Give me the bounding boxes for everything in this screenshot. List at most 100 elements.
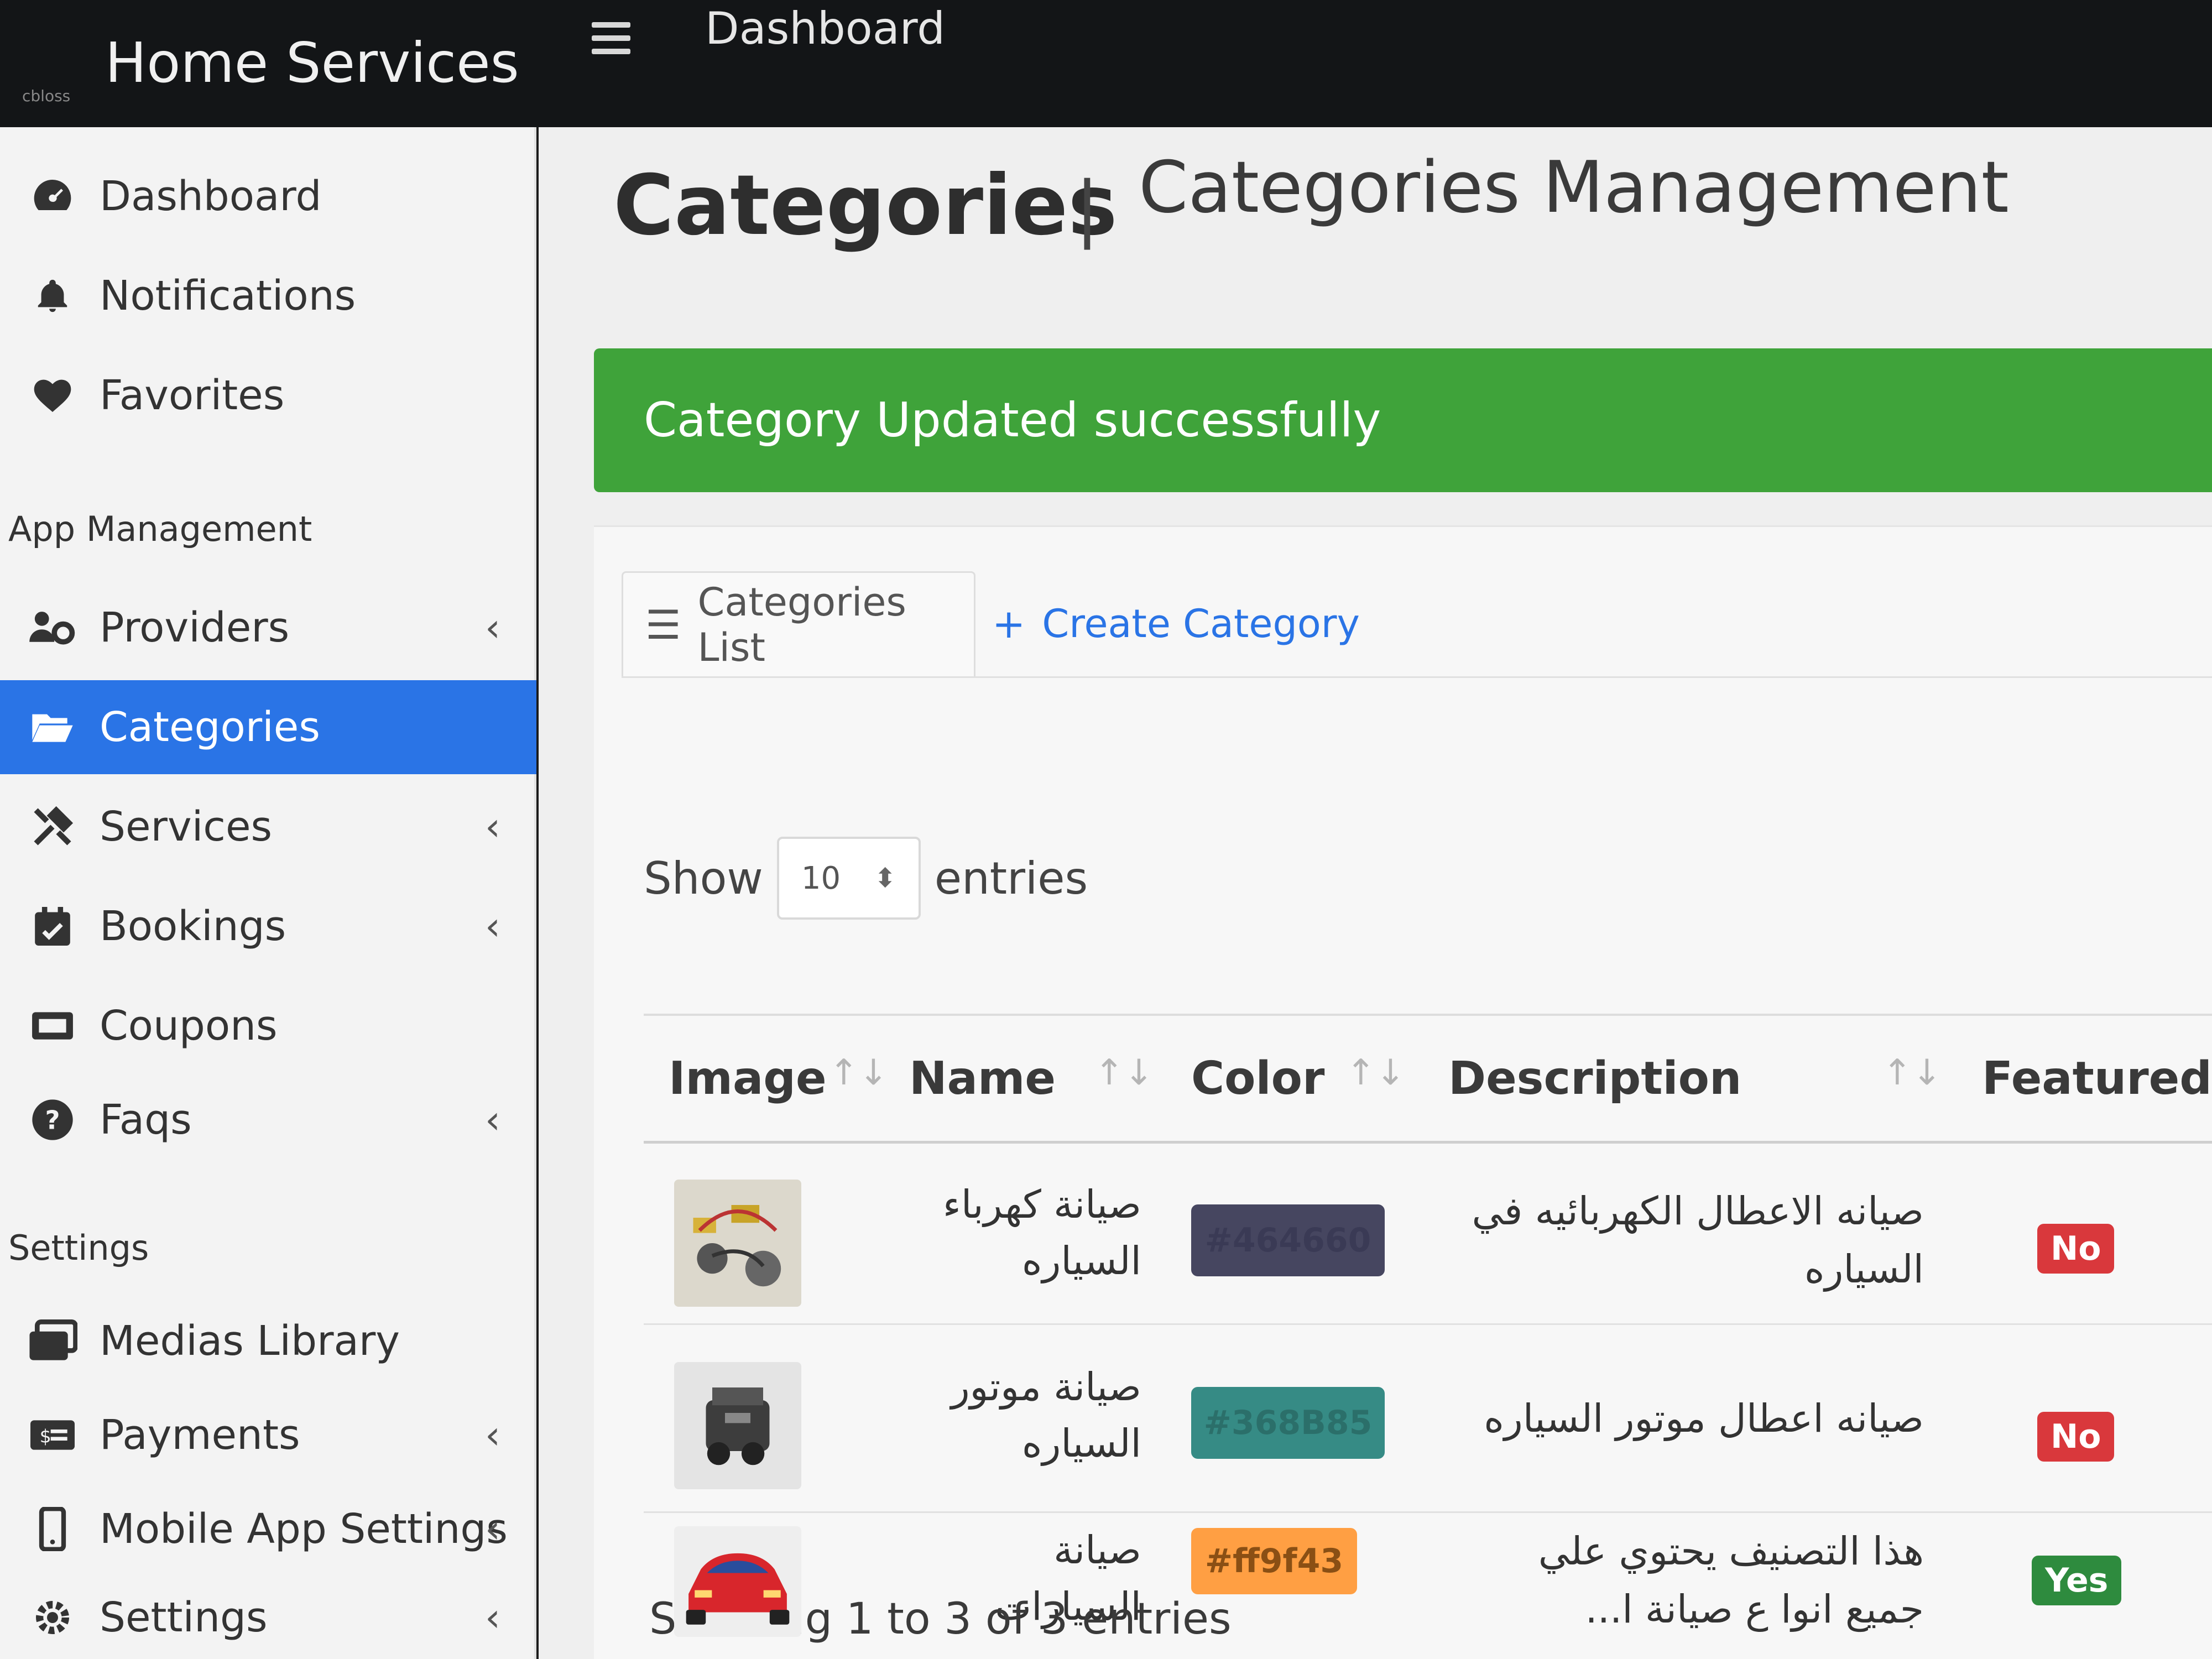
sort-icon[interactable]: ↑↓	[1882, 1052, 1942, 1093]
question-circle-icon: ?	[28, 1095, 77, 1145]
sidebar-item-coupons[interactable]: Coupons	[0, 979, 536, 1073]
sort-icon[interactable]: ↑↓	[829, 1052, 888, 1093]
brand-title[interactable]: Home Services	[105, 30, 519, 95]
column-header-description[interactable]: Description	[1448, 1052, 1741, 1105]
mobile-icon	[28, 1504, 77, 1554]
engine-thumbnail	[674, 1362, 801, 1489]
sidebar-item-label: Services	[100, 803, 273, 851]
chevron-left-icon: ‹	[485, 1412, 500, 1458]
featured-badge: No	[2037, 1412, 2115, 1462]
sidebar-item-label: Categories	[100, 703, 320, 751]
page-subtitle: Categories Management	[1139, 147, 2009, 229]
row-divider	[644, 1323, 2212, 1325]
tab-create-category[interactable]: + Create Category	[992, 571, 1360, 676]
chevron-left-icon: ‹	[485, 605, 500, 650]
color-value: #ff9f43	[1204, 1542, 1344, 1580]
users-cog-icon	[28, 603, 77, 653]
money-bill-icon: $	[28, 1410, 77, 1460]
sidebar: Dashboard Notifications Favorites App Ma…	[0, 127, 536, 1659]
sidebar-item-settings[interactable]: Settings ‹	[0, 1571, 536, 1659]
ticket-icon	[28, 1001, 77, 1051]
chevron-left-icon: ‹	[485, 904, 500, 949]
chevron-left-icon: ‹	[485, 1506, 500, 1552]
sidebar-section-app-management: App Management	[8, 509, 312, 549]
plus-icon: +	[992, 601, 1026, 647]
category-description: هذا التصنيف يحتوي علي جميع انوا ع صيانة …	[1538, 1528, 1924, 1632]
sort-arrows-icon: ⬍	[874, 863, 896, 894]
category-name: صيانة كهرباء السياره	[942, 1182, 1141, 1284]
column-header-featured[interactable]: Featured	[1982, 1052, 2212, 1105]
entries-label: entries	[934, 852, 1088, 904]
page-length-select[interactable]: 10 ⬍	[776, 837, 921, 920]
list-icon: ☰	[645, 601, 681, 648]
sidebar-item-mobile-app-settings[interactable]: Mobile App Settings ‹	[0, 1482, 536, 1576]
category-name: صيانة موتور السياره	[951, 1364, 1141, 1466]
alert-message: Category Updated successfully	[644, 393, 1381, 448]
images-icon	[28, 1316, 77, 1366]
color-value: #368B85	[1203, 1404, 1373, 1442]
category-description: صيانه الاعطال الكهربائيه في السياره	[1472, 1188, 1924, 1292]
column-header-name[interactable]: Name	[909, 1052, 1056, 1105]
page-length-control: Show 10 ⬍ entries	[644, 837, 1088, 920]
navbar-page-title[interactable]: Dashboard	[705, 3, 945, 54]
sidebar-item-dashboard[interactable]: Dashboard	[0, 149, 536, 243]
sidebar-item-providers[interactable]: Providers ‹	[0, 581, 536, 675]
color-value: #464660	[1204, 1221, 1371, 1260]
chevron-left-icon: ‹	[485, 1097, 500, 1142]
chevron-left-icon: ‹	[485, 1595, 500, 1640]
page-title: Categories	[613, 158, 1118, 254]
sort-icon[interactable]: ↑↓	[1094, 1052, 1154, 1093]
svg-text:?: ?	[45, 1106, 60, 1136]
electrical-parts-thumbnail	[674, 1180, 801, 1307]
success-alert: Category Updated successfully	[594, 348, 2212, 492]
svg-text:$: $	[40, 1425, 51, 1447]
sidebar-item-label: Dashboard	[100, 173, 322, 220]
sidebar-item-label: Medias Library	[100, 1317, 400, 1365]
sidebar-item-medias-library[interactable]: Medias Library	[0, 1294, 536, 1388]
sidebar-item-label: Mobile App Settings	[100, 1505, 508, 1553]
heart-icon	[28, 371, 77, 420]
sidebar-item-label: Payments	[100, 1411, 300, 1459]
sidebar-item-favorites[interactable]: Favorites	[0, 348, 536, 442]
sidebar-item-services[interactable]: Services ‹	[0, 780, 536, 874]
menu-toggle-icon[interactable]	[592, 22, 630, 55]
dashboard-gauge-icon	[28, 171, 77, 221]
tab-divider	[622, 676, 2212, 678]
tools-icon	[28, 802, 77, 852]
categories-card: ☰ Categories List + Create Category Show…	[594, 525, 2212, 1659]
brand-logo-text: cbloss	[22, 87, 71, 105]
column-header-color[interactable]: Color	[1191, 1052, 1324, 1105]
folder-open-icon	[28, 702, 77, 752]
cogs-icon	[28, 1593, 77, 1642]
main-content: Categories | Categories Management Categ…	[539, 127, 2212, 1659]
page-length-value: 10	[801, 860, 841, 896]
sidebar-item-bookings[interactable]: Bookings ‹	[0, 879, 536, 973]
featured-badge: Yes	[2032, 1556, 2122, 1605]
row-divider	[644, 1511, 2212, 1513]
table-header-border	[644, 1141, 2212, 1144]
sidebar-item-label: Settings	[100, 1594, 268, 1641]
color-swatch: #ff9f43	[1191, 1528, 1357, 1594]
sidebar-item-categories[interactable]: Categories	[0, 680, 536, 774]
sidebar-item-label: Coupons	[100, 1002, 278, 1050]
tab-categories-list[interactable]: ☰ Categories List	[622, 571, 975, 676]
sidebar-item-label: Notifications	[100, 272, 356, 320]
top-navbar: cbloss Home Services Dashboard	[0, 0, 2212, 127]
brand-logo[interactable]: cbloss	[22, 61, 83, 105]
sidebar-item-notifications[interactable]: Notifications	[0, 249, 536, 343]
sidebar-item-payments[interactable]: $ Payments ‹	[0, 1388, 536, 1482]
title-separator: |	[1075, 166, 1099, 250]
sidebar-item-label: Faqs	[100, 1096, 192, 1144]
bell-icon	[28, 271, 77, 321]
featured-badge: No	[2037, 1224, 2115, 1274]
sidebar-item-faqs[interactable]: ? Faqs ‹	[0, 1073, 536, 1167]
show-label: Show	[644, 852, 763, 904]
tab-label: Create Category	[1042, 601, 1360, 646]
sort-icon[interactable]: ↑↓	[1346, 1052, 1405, 1093]
column-header-image[interactable]: Image	[669, 1052, 827, 1105]
sidebar-item-label: Favorites	[100, 372, 285, 419]
sidebar-item-label: Bookings	[100, 902, 286, 950]
color-swatch: #368B85	[1191, 1387, 1385, 1459]
sidebar-item-label: Providers	[100, 604, 290, 651]
calendar-check-icon	[28, 901, 77, 951]
